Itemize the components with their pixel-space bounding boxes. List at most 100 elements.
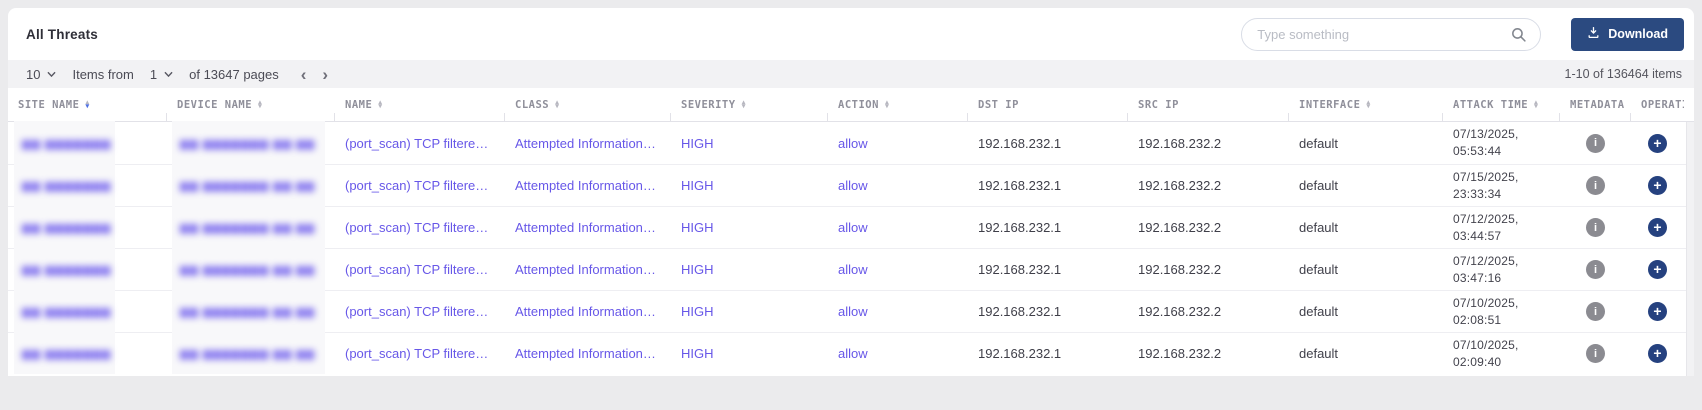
device-name-cell: ▆▆ ▆▆▆▆▆▆▆ ▆▆ ▆▆ bbox=[167, 165, 335, 206]
column-header-interface[interactable]: INTERFACE ▲▼ bbox=[1289, 88, 1443, 121]
sort-icon: ▲▼ bbox=[885, 101, 889, 108]
attack-time-value: 07/10/2025,02:09:40 bbox=[1443, 337, 1560, 371]
previous-page-button[interactable]: ‹ bbox=[301, 66, 307, 83]
sort-icon: ▲▼ bbox=[742, 101, 746, 108]
items-range-label: 1-10 of 136464 items bbox=[1565, 67, 1682, 81]
metadata-cell: i bbox=[1560, 344, 1631, 363]
threat-class-link[interactable]: Attempted Information… bbox=[505, 304, 671, 319]
column-header-severity[interactable]: SEVERITY ▲▼ bbox=[671, 88, 828, 121]
info-icon[interactable]: i bbox=[1586, 260, 1605, 279]
device-name-cell: ▆▆ ▆▆▆▆▆▆▆ ▆▆ ▆▆ bbox=[167, 207, 335, 248]
dst-ip-value: 192.168.232.1 bbox=[968, 346, 1128, 361]
threat-name-link[interactable]: (port_scan) TCP filtere… bbox=[335, 346, 505, 361]
site-name-cell: ▆▆ ▆▆▆▆▆▆▆ bbox=[8, 333, 167, 374]
threat-name-link[interactable]: (port_scan) TCP filtere… bbox=[335, 220, 505, 235]
threat-name-link[interactable]: (port_scan) TCP filtere… bbox=[335, 178, 505, 193]
attack-time-value: 07/13/2025,05:53:44 bbox=[1443, 126, 1560, 160]
chevron-down-icon bbox=[47, 70, 56, 79]
column-header-name[interactable]: NAME ▲▼ bbox=[335, 88, 505, 121]
column-header-device-name[interactable]: DEVICE NAME ▲▼ bbox=[167, 88, 335, 121]
page-title: All Threats bbox=[26, 27, 98, 42]
operations-cell: + bbox=[1631, 344, 1684, 363]
threat-class-link[interactable]: Attempted Information… bbox=[505, 178, 671, 193]
action-link[interactable]: allow bbox=[828, 346, 968, 361]
info-icon[interactable]: i bbox=[1586, 344, 1605, 363]
threat-class-link[interactable]: Attempted Information… bbox=[505, 136, 671, 151]
operations-cell: + bbox=[1631, 302, 1684, 321]
pagination-bar: 10 Items from 1 of 13647 pages ‹ › 1-10 … bbox=[8, 60, 1694, 88]
operations-cell: + bbox=[1631, 218, 1684, 237]
severity-value: HIGH bbox=[671, 346, 828, 361]
severity-value: HIGH bbox=[671, 178, 828, 193]
redacted-site-name: ▆▆ ▆▆▆▆▆▆▆ bbox=[14, 121, 115, 164]
threat-class-link[interactable]: Attempted Information… bbox=[505, 346, 671, 361]
add-icon[interactable]: + bbox=[1648, 218, 1667, 237]
info-icon[interactable]: i bbox=[1586, 302, 1605, 321]
add-icon[interactable]: + bbox=[1648, 302, 1667, 321]
sort-icon: ▲▼ bbox=[1534, 101, 1538, 108]
action-link[interactable]: allow bbox=[828, 178, 968, 193]
attack-time-value: 07/10/2025,02:08:51 bbox=[1443, 295, 1560, 329]
add-icon[interactable]: + bbox=[1648, 260, 1667, 279]
column-header-attack-time[interactable]: ATTACK TIME ▲▼ bbox=[1443, 88, 1560, 121]
column-header-site-name[interactable]: SITE NAME ▲▼ bbox=[8, 88, 167, 121]
info-icon[interactable]: i bbox=[1586, 176, 1605, 195]
column-header-metadata: METADATA bbox=[1560, 88, 1631, 121]
sort-icon: ▲▼ bbox=[378, 101, 382, 108]
threat-name-link[interactable]: (port_scan) TCP filtere… bbox=[335, 262, 505, 277]
search-input[interactable] bbox=[1241, 18, 1541, 51]
dst-ip-value: 192.168.232.1 bbox=[968, 178, 1128, 193]
title-actions: Download bbox=[1241, 18, 1684, 51]
attack-time-value: 07/12/2025,03:47:16 bbox=[1443, 253, 1560, 287]
metadata-cell: i bbox=[1560, 302, 1631, 321]
src-ip-value: 192.168.232.2 bbox=[1128, 346, 1289, 361]
action-link[interactable]: allow bbox=[828, 304, 968, 319]
action-link[interactable]: allow bbox=[828, 220, 968, 235]
dst-ip-value: 192.168.232.1 bbox=[968, 304, 1128, 319]
src-ip-value: 192.168.232.2 bbox=[1128, 304, 1289, 319]
threat-class-link[interactable]: Attempted Information… bbox=[505, 262, 671, 277]
action-link[interactable]: allow bbox=[828, 262, 968, 277]
redacted-device-name: ▆▆ ▆▆▆▆▆▆▆ ▆▆ ▆▆ bbox=[172, 206, 325, 248]
info-icon[interactable]: i bbox=[1586, 134, 1605, 153]
operations-cell: + bbox=[1631, 134, 1684, 153]
metadata-cell: i bbox=[1560, 218, 1631, 237]
add-icon[interactable]: + bbox=[1648, 176, 1667, 195]
page-number-select[interactable]: 1 bbox=[150, 67, 173, 82]
all-threats-panel: All Threats Download bbox=[8, 8, 1694, 376]
column-header-operations: OPERATIONS bbox=[1631, 88, 1684, 121]
download-button[interactable]: Download bbox=[1571, 18, 1684, 51]
src-ip-value: 192.168.232.2 bbox=[1128, 262, 1289, 277]
threat-class-link[interactable]: Attempted Information… bbox=[505, 220, 671, 235]
site-name-cell: ▆▆ ▆▆▆▆▆▆▆ bbox=[8, 291, 167, 332]
search-icon[interactable] bbox=[1510, 26, 1527, 48]
severity-value: HIGH bbox=[671, 262, 828, 277]
info-icon[interactable]: i bbox=[1586, 218, 1605, 237]
column-header-action[interactable]: ACTION ▲▼ bbox=[828, 88, 968, 121]
add-icon[interactable]: + bbox=[1648, 134, 1667, 153]
threat-name-link[interactable]: (port_scan) TCP filtere… bbox=[335, 136, 505, 151]
table-row: ▆▆ ▆▆▆▆▆▆▆ ▆▆ ▆▆▆▆▆▆▆ ▆▆ ▆▆ (port_scan) … bbox=[8, 332, 1694, 374]
title-bar: All Threats Download bbox=[8, 8, 1694, 60]
redacted-device-name: ▆▆ ▆▆▆▆▆▆▆ ▆▆ ▆▆ bbox=[172, 248, 325, 290]
redacted-site-name: ▆▆ ▆▆▆▆▆▆▆ bbox=[14, 248, 115, 290]
column-header-class[interactable]: CLASS ▲▼ bbox=[505, 88, 671, 121]
dst-ip-value: 192.168.232.1 bbox=[968, 136, 1128, 151]
src-ip-value: 192.168.232.2 bbox=[1128, 136, 1289, 151]
add-icon[interactable]: + bbox=[1648, 344, 1667, 363]
interface-value: default bbox=[1289, 178, 1443, 193]
sort-icon: ▲▼ bbox=[85, 101, 89, 108]
action-link[interactable]: allow bbox=[828, 136, 968, 151]
sort-icon: ▲▼ bbox=[258, 101, 262, 108]
redacted-device-name: ▆▆ ▆▆▆▆▆▆▆ ▆▆ ▆▆ bbox=[172, 121, 325, 164]
operations-cell: + bbox=[1631, 260, 1684, 279]
page-size-select[interactable]: 10 bbox=[26, 67, 56, 82]
redacted-device-name: ▆▆ ▆▆▆▆▆▆▆ ▆▆ ▆▆ bbox=[172, 290, 325, 332]
threat-name-link[interactable]: (port_scan) TCP filtere… bbox=[335, 304, 505, 319]
redacted-site-name: ▆▆ ▆▆▆▆▆▆▆ bbox=[14, 164, 115, 206]
redacted-site-name: ▆▆ ▆▆▆▆▆▆▆ bbox=[14, 332, 115, 374]
vertical-scrollbar[interactable] bbox=[1686, 122, 1694, 376]
next-page-button[interactable]: › bbox=[322, 66, 328, 83]
device-name-cell: ▆▆ ▆▆▆▆▆▆▆ ▆▆ ▆▆ bbox=[167, 333, 335, 374]
metadata-cell: i bbox=[1560, 134, 1631, 153]
